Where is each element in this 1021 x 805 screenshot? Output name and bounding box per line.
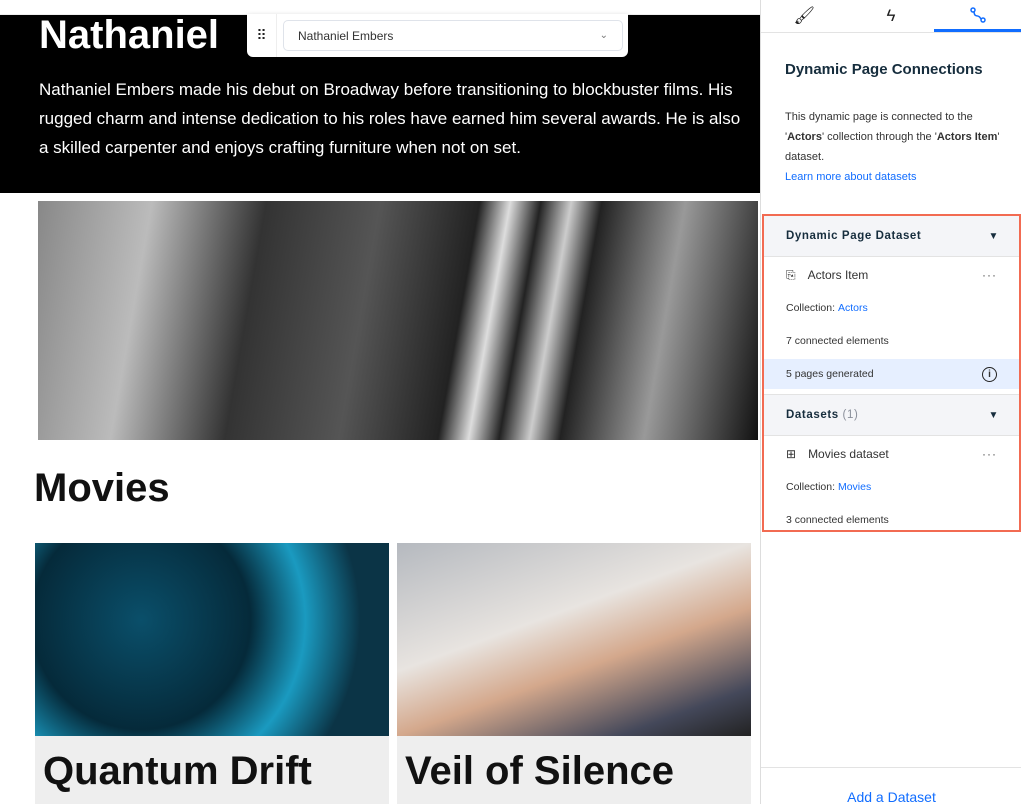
movie-card[interactable]: Veil of Silence	[397, 543, 751, 804]
tab-connections[interactable]	[934, 0, 1021, 32]
connected-elements: 3 connected elements	[786, 514, 889, 526]
more-options-icon[interactable]: ···	[982, 268, 997, 282]
panel-footer: Add a Dataset	[761, 767, 1021, 805]
collection-link[interactable]: Actors	[838, 302, 868, 314]
dataset-item-movies[interactable]: ⊞ Movies dataset ···	[764, 436, 1019, 472]
movies-heading[interactable]: Movies	[34, 466, 170, 511]
collapse-triangle-icon[interactable]: ▼	[989, 410, 1000, 421]
collapse-triangle-icon[interactable]: ▼	[989, 231, 1000, 242]
add-dataset-button[interactable]: Add a Dataset	[847, 789, 936, 805]
item-selector-dropdown[interactable]: Nathaniel Embers ⌄	[283, 20, 623, 51]
panel-tabs: 🖌︎ ϟ	[761, 0, 1021, 33]
actor-name[interactable]: Nathaniel	[39, 13, 219, 58]
tab-interactions[interactable]: ϟ	[848, 0, 935, 32]
datasets-highlight-box: Dynamic Page Dataset ▼ ⎘ Actors Item ··· …	[762, 214, 1021, 532]
desc-text: ' collection through the '	[821, 131, 937, 143]
panel-title: Dynamic Page Connections	[785, 61, 983, 78]
more-options-icon[interactable]: ···	[982, 447, 997, 461]
section-title: Datasets	[786, 409, 839, 421]
dynamic-page-dataset-header[interactable]: Dynamic Page Dataset ▼	[764, 216, 1019, 257]
section-title: Dynamic Page Dataset	[786, 230, 922, 242]
collection-row: Collection: Movies	[764, 472, 1019, 502]
lightning-icon: ϟ	[886, 6, 896, 25]
movie-title: Veil of Silence	[405, 749, 675, 793]
actor-photo[interactable]	[38, 201, 758, 440]
chevron-down-icon: ⌄	[599, 30, 608, 41]
dataset-table-icon: ⊞	[786, 447, 797, 461]
collection-row: Collection: Actors	[764, 293, 1019, 323]
datasets-count: (1)	[842, 409, 859, 421]
drag-handle-icon[interactable]: ⠿	[247, 14, 277, 57]
dataset-name: Actors Item	[807, 268, 869, 282]
actor-bio[interactable]: Nathaniel Embers made his debut on Broad…	[39, 75, 749, 162]
datasets-header[interactable]: Datasets (1) ▼	[764, 395, 1019, 436]
connected-elements: 7 connected elements	[786, 335, 889, 347]
dataset-name: Movies dataset	[808, 447, 889, 461]
learn-more-link[interactable]: Learn more about datasets	[785, 171, 916, 183]
dataset-item-actors[interactable]: ⎘ Actors Item ···	[764, 257, 1019, 293]
connections-icon	[969, 6, 986, 23]
movie-card[interactable]: Quantum Drift	[35, 543, 389, 804]
collection-link[interactable]: Movies	[838, 481, 871, 493]
movie-image	[397, 543, 751, 736]
item-selector-toolbar: ⠿ Nathaniel Embers ⌄	[247, 14, 628, 57]
pages-generated-row: 5 pages generated i	[764, 359, 1019, 389]
info-icon[interactable]: i	[982, 366, 997, 382]
movie-image	[35, 543, 389, 736]
editor-canvas: Nathaniel Nathaniel Embers made his debu…	[0, 0, 760, 804]
desc-collection: Actors	[787, 131, 822, 143]
connections-panel: 🖌︎ ϟ Dynamic Page Connections This dynam…	[760, 0, 1021, 805]
collection-label: Collection:	[786, 302, 836, 314]
movie-title: Quantum Drift	[43, 749, 312, 793]
item-selector-value: Nathaniel Embers	[298, 28, 394, 43]
brush-icon: 🖌︎	[793, 6, 816, 25]
dynamic-dataset-icon: ⎘	[786, 267, 796, 282]
pages-generated: 5 pages generated	[786, 368, 874, 380]
tab-design[interactable]: 🖌︎	[761, 0, 848, 32]
desc-dataset: Actors Item	[936, 131, 998, 143]
collection-label: Collection:	[786, 481, 836, 493]
panel-description: This dynamic page is connected to the 'A…	[785, 107, 1000, 187]
